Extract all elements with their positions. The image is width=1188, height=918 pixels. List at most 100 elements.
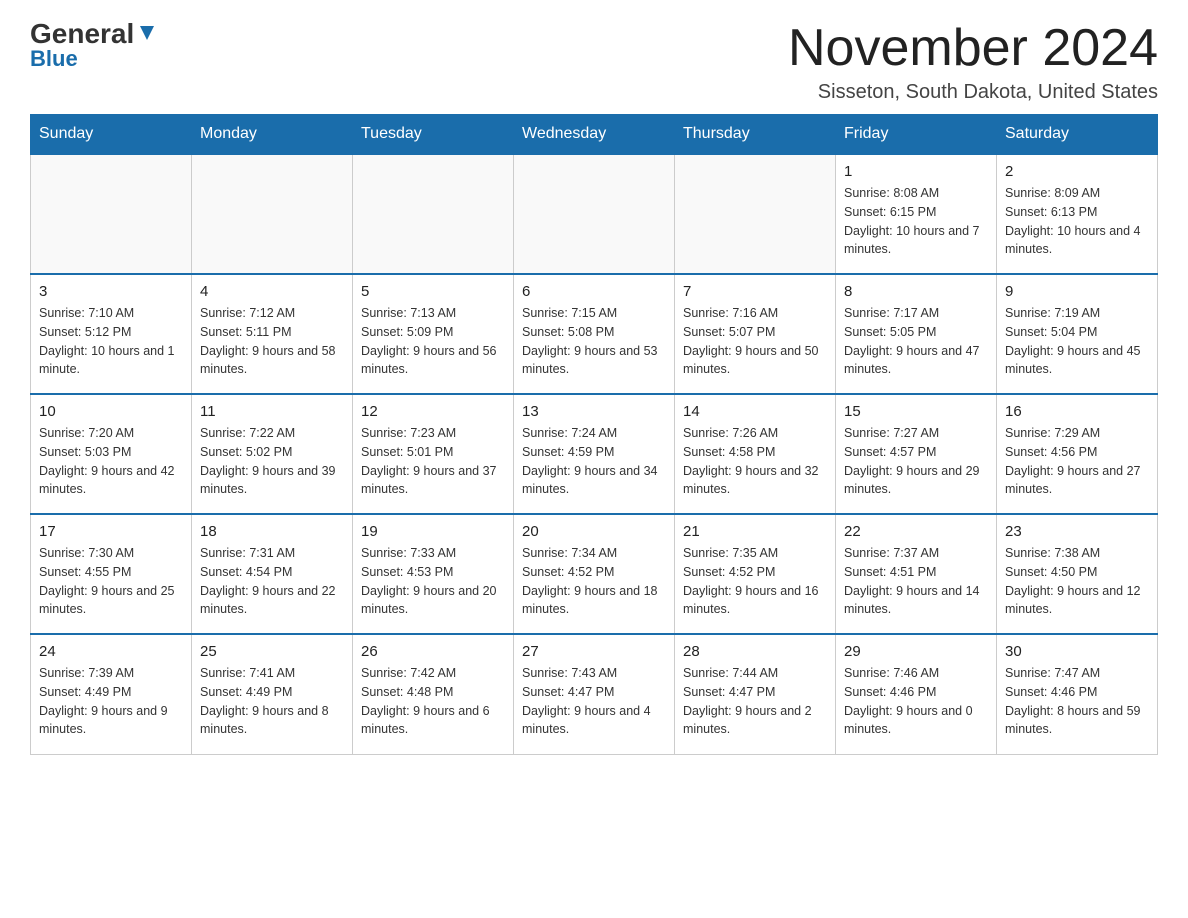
day-info: Sunrise: 7:30 AMSunset: 4:55 PMDaylight:… [39,544,183,619]
day-info: Sunrise: 7:46 AMSunset: 4:46 PMDaylight:… [844,664,988,739]
location: Sisseton, South Dakota, United States [788,81,1158,104]
column-header-saturday: Saturday [997,115,1158,155]
day-info: Sunrise: 7:16 AMSunset: 5:07 PMDaylight:… [683,304,827,379]
calendar-cell: 29Sunrise: 7:46 AMSunset: 4:46 PMDayligh… [836,634,997,754]
day-number: 12 [361,403,505,420]
column-header-monday: Monday [192,115,353,155]
column-header-tuesday: Tuesday [353,115,514,155]
calendar-cell: 18 Sunrise: 7:31 AMSunset: 4:54 PMDayligh… [192,514,353,634]
day-number: 26 [361,643,505,660]
day-number: 19 [361,523,505,540]
calendar-cell: 7 Sunrise: 7:16 AMSunset: 5:07 PMDaylight… [675,274,836,394]
day-info: Sunrise: 7:31 AMSunset: 4:54 PMDaylight:… [200,544,344,619]
logo-general: General [30,20,134,48]
day-info: Sunrise: 7:34 AMSunset: 4:52 PMDaylight:… [522,544,666,619]
day-number: 22 [844,523,988,540]
day-info: Sunrise: 7:38 AMSunset: 4:50 PMDaylight:… [1005,544,1149,619]
calendar-cell: 21 Sunrise: 7:35 AMSunset: 4:52 PMDayligh… [675,514,836,634]
calendar-cell: 28 Sunrise: 7:44 AMSunset: 4:47 PMDayligh… [675,634,836,754]
day-number: 18 [200,523,344,540]
day-number: 9 [1005,283,1149,300]
calendar-cell [192,154,353,274]
calendar-week-row: 3Sunrise: 7:10 AMSunset: 5:12 PMDaylight… [31,274,1158,394]
day-number: 2 [1005,163,1149,180]
calendar-cell: 8 Sunrise: 7:17 AMSunset: 5:05 PMDaylight… [836,274,997,394]
day-info: Sunrise: 8:09 AMSunset: 6:13 PMDaylight:… [1005,184,1149,259]
day-number: 1 [844,163,988,180]
logo: General Blue [30,20,158,72]
day-number: 7 [683,283,827,300]
day-info: Sunrise: 7:47 AMSunset: 4:46 PMDaylight:… [1005,664,1149,739]
day-number: 20 [522,523,666,540]
calendar-cell [514,154,675,274]
calendar-table: SundayMondayTuesdayWednesdayThursdayFrid… [30,114,1158,755]
day-info: Sunrise: 7:23 AMSunset: 5:01 PMDaylight:… [361,424,505,499]
calendar-cell [675,154,836,274]
calendar-cell: 26 Sunrise: 7:42 AMSunset: 4:48 PMDayligh… [353,634,514,754]
calendar-cell: 14Sunrise: 7:26 AMSunset: 4:58 PMDayligh… [675,394,836,514]
calendar-cell: 17 Sunrise: 7:30 AMSunset: 4:55 PMDayligh… [31,514,192,634]
day-info: Sunrise: 7:41 AMSunset: 4:49 PMDaylight:… [200,664,344,739]
calendar-cell: 19Sunrise: 7:33 AMSunset: 4:53 PMDayligh… [353,514,514,634]
day-number: 6 [522,283,666,300]
column-header-thursday: Thursday [675,115,836,155]
day-info: Sunrise: 7:20 AMSunset: 5:03 PMDaylight:… [39,424,183,499]
day-info: Sunrise: 7:12 AMSunset: 5:11 PMDaylight:… [200,304,344,379]
calendar-week-row: 17 Sunrise: 7:30 AMSunset: 4:55 PMDayligh… [31,514,1158,634]
calendar-cell: 15 Sunrise: 7:27 AMSunset: 4:57 PMDayligh… [836,394,997,514]
calendar-cell: 16 Sunrise: 7:29 AMSunset: 4:56 PMDayligh… [997,394,1158,514]
calendar-cell: 4 Sunrise: 7:12 AMSunset: 5:11 PMDaylight… [192,274,353,394]
day-number: 25 [200,643,344,660]
day-number: 23 [1005,523,1149,540]
calendar-cell: 6 Sunrise: 7:15 AMSunset: 5:08 PMDaylight… [514,274,675,394]
day-number: 4 [200,283,344,300]
day-info: Sunrise: 7:15 AMSunset: 5:08 PMDaylight:… [522,304,666,379]
calendar-cell: 2 Sunrise: 8:09 AMSunset: 6:13 PMDaylight… [997,154,1158,274]
title-section: November 2024 Sisseton, South Dakota, Un… [788,20,1158,104]
calendar-cell: 20 Sunrise: 7:34 AMSunset: 4:52 PMDayligh… [514,514,675,634]
calendar-cell: 22 Sunrise: 7:37 AMSunset: 4:51 PMDayligh… [836,514,997,634]
calendar-cell: 3Sunrise: 7:10 AMSunset: 5:12 PMDaylight… [31,274,192,394]
day-info: Sunrise: 7:37 AMSunset: 4:51 PMDaylight:… [844,544,988,619]
calendar-cell: 9Sunrise: 7:19 AMSunset: 5:04 PMDaylight… [997,274,1158,394]
day-info: Sunrise: 7:24 AMSunset: 4:59 PMDaylight:… [522,424,666,499]
calendar-week-row: 10Sunrise: 7:20 AMSunset: 5:03 PMDayligh… [31,394,1158,514]
calendar-cell: 11Sunrise: 7:22 AMSunset: 5:02 PMDayligh… [192,394,353,514]
day-info: Sunrise: 7:22 AMSunset: 5:02 PMDaylight:… [200,424,344,499]
day-number: 24 [39,643,183,660]
day-number: 28 [683,643,827,660]
day-info: Sunrise: 8:08 AMSunset: 6:15 PMDaylight:… [844,184,988,259]
day-number: 21 [683,523,827,540]
calendar-week-row: 1 Sunrise: 8:08 AMSunset: 6:15 PMDaylight… [31,154,1158,274]
logo-blue: Blue [30,46,78,72]
calendar-cell: 1 Sunrise: 8:08 AMSunset: 6:15 PMDaylight… [836,154,997,274]
day-info: Sunrise: 7:43 AMSunset: 4:47 PMDaylight:… [522,664,666,739]
day-number: 17 [39,523,183,540]
day-number: 8 [844,283,988,300]
calendar-cell: 27Sunrise: 7:43 AMSunset: 4:47 PMDayligh… [514,634,675,754]
day-number: 30 [1005,643,1149,660]
day-number: 13 [522,403,666,420]
calendar-cell: 12 Sunrise: 7:23 AMSunset: 5:01 PMDayligh… [353,394,514,514]
day-info: Sunrise: 7:35 AMSunset: 4:52 PMDaylight:… [683,544,827,619]
column-header-friday: Friday [836,115,997,155]
day-info: Sunrise: 7:17 AMSunset: 5:05 PMDaylight:… [844,304,988,379]
day-info: Sunrise: 7:29 AMSunset: 4:56 PMDaylight:… [1005,424,1149,499]
column-header-sunday: Sunday [31,115,192,155]
day-info: Sunrise: 7:44 AMSunset: 4:47 PMDaylight:… [683,664,827,739]
calendar-cell: 24 Sunrise: 7:39 AMSunset: 4:49 PMDayligh… [31,634,192,754]
day-info: Sunrise: 7:27 AMSunset: 4:57 PMDaylight:… [844,424,988,499]
day-number: 16 [1005,403,1149,420]
day-info: Sunrise: 7:39 AMSunset: 4:49 PMDaylight:… [39,664,183,739]
day-info: Sunrise: 7:10 AMSunset: 5:12 PMDaylight:… [39,304,183,379]
logo-triangle-icon [136,22,158,44]
calendar-cell: 5 Sunrise: 7:13 AMSunset: 5:09 PMDaylight… [353,274,514,394]
day-info: Sunrise: 7:42 AMSunset: 4:48 PMDaylight:… [361,664,505,739]
day-info: Sunrise: 7:13 AMSunset: 5:09 PMDaylight:… [361,304,505,379]
calendar-cell: 25 Sunrise: 7:41 AMSunset: 4:49 PMDayligh… [192,634,353,754]
calendar-cell: 23 Sunrise: 7:38 AMSunset: 4:50 PMDayligh… [997,514,1158,634]
day-number: 5 [361,283,505,300]
calendar-cell: 13 Sunrise: 7:24 AMSunset: 4:59 PMDayligh… [514,394,675,514]
day-info: Sunrise: 7:26 AMSunset: 4:58 PMDaylight:… [683,424,827,499]
day-number: 15 [844,403,988,420]
